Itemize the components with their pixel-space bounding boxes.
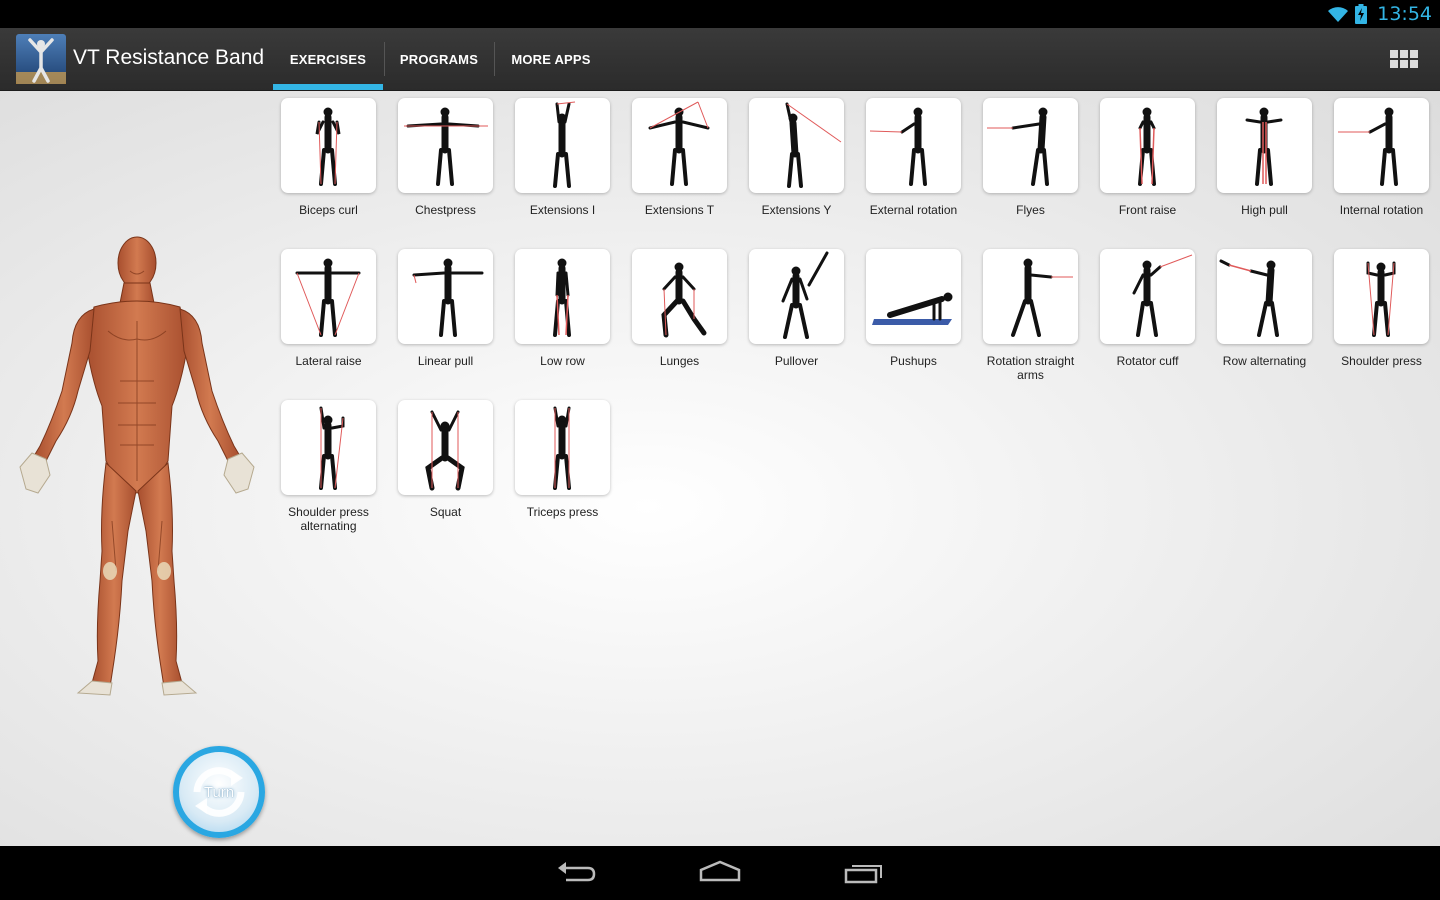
exercise-label: Pushups (890, 354, 937, 368)
action-bar: VT Resistance Band EXERCISES PROGRAMS MO… (0, 28, 1440, 91)
wifi-icon (1328, 7, 1349, 22)
exercise-thumbnail (1334, 249, 1429, 344)
exercise-tile-external-rotation[interactable]: External rotation (855, 98, 972, 217)
status-icons: 13:54 (1327, 0, 1432, 28)
exercise-tile-flyes[interactable]: Flyes (972, 98, 1089, 217)
content-area: Turn Biceps curl Chestpress Extensions I… (0, 91, 1440, 846)
exercise-label: Squat (429, 505, 462, 519)
exercise-tile-linear-pull[interactable]: Linear pull (387, 249, 504, 368)
exercise-label: Internal rotation (1339, 203, 1424, 217)
exercise-tile-shoulder-press-alternating[interactable]: Shoulder press alternating (270, 400, 387, 533)
exercise-thumbnail (1217, 249, 1312, 344)
exercise-thumbnail (983, 98, 1078, 193)
app-title: VT Resistance Band (73, 46, 265, 69)
exercise-tile-pullover[interactable]: Pullover (738, 249, 855, 368)
exercise-thumbnail (515, 98, 610, 193)
exercise-label: Front raise (1118, 203, 1177, 217)
exercise-tile-chestpress[interactable]: Chestpress (387, 98, 504, 217)
exercise-tile-pushups[interactable]: Pushups (855, 249, 972, 368)
tab-more-apps[interactable]: MORE APPS (495, 28, 607, 90)
grid-view-icon[interactable] (1390, 50, 1418, 68)
exercise-label: Lateral raise (295, 354, 362, 368)
exercise-label: Rotator cuff (1116, 354, 1179, 368)
exercise-label: Triceps press (526, 505, 599, 519)
exercise-thumbnail (1217, 98, 1312, 193)
muscle-body-figure[interactable] (12, 231, 264, 701)
exercise-tile-biceps-curl[interactable]: Biceps curl (270, 98, 387, 217)
turn-button[interactable]: Turn (173, 746, 265, 838)
exercise-label: Shoulder press alternating (288, 505, 369, 533)
exercise-tile-high-pull[interactable]: High pull (1206, 98, 1323, 217)
exercise-tile-triceps-press[interactable]: Triceps press (504, 400, 621, 519)
exercise-label: Shoulder press (1341, 354, 1422, 368)
exercise-tile-low-row[interactable]: Low row (504, 249, 621, 368)
exercise-thumbnail (749, 249, 844, 344)
exercise-tile-rotator-cuff[interactable]: Rotator cuff (1089, 249, 1206, 368)
exercise-tile-squat[interactable]: Squat (387, 400, 504, 519)
exercise-label: Pullover (774, 354, 819, 368)
turn-button-label: Turn (203, 783, 235, 801)
exercise-label: Chestpress (415, 203, 476, 217)
exercise-thumbnail (866, 98, 961, 193)
exercise-tile-lateral-raise[interactable]: Lateral raise (270, 249, 387, 368)
muscle-figure-logo-icon[interactable] (16, 34, 66, 84)
tab-exercises[interactable]: EXERCISES (273, 28, 383, 90)
exercise-tile-extensions-i[interactable]: Extensions I (504, 98, 621, 217)
exercise-tile-front-raise[interactable]: Front raise (1089, 98, 1206, 217)
exercise-thumbnail (632, 249, 727, 344)
exercise-thumbnail (983, 249, 1078, 344)
back-icon[interactable] (554, 858, 598, 888)
home-icon[interactable] (698, 858, 742, 888)
exercise-tile-extensions-y[interactable]: Extensions Y (738, 98, 855, 217)
exercise-tile-internal-rotation[interactable]: Internal rotation (1323, 98, 1440, 217)
exercise-tile-shoulder-press[interactable]: Shoulder press (1323, 249, 1440, 368)
exercise-label: Flyes (1016, 203, 1045, 217)
exercise-label: Row alternating (1222, 354, 1307, 368)
exercise-thumbnail (1100, 249, 1195, 344)
exercise-thumbnail (281, 98, 376, 193)
battery-charging-icon (1355, 4, 1368, 24)
navigation-bar (0, 846, 1440, 900)
exercise-label: Extensions I (529, 203, 596, 217)
status-bar: 13:54 (0, 0, 1440, 28)
selected-tab-indicator (273, 84, 383, 90)
exercise-label: Low row (540, 354, 585, 368)
exercise-label: Biceps curl (299, 203, 358, 217)
tab-exercises-label: EXERCISES (289, 51, 367, 67)
exercise-label: Linear pull (417, 354, 474, 368)
exercise-thumbnail (749, 98, 844, 193)
exercise-thumbnail (398, 400, 493, 495)
exercise-thumbnail (1100, 98, 1195, 193)
tab-programs[interactable]: PROGRAMS (385, 28, 493, 90)
exercise-thumbnail (281, 249, 376, 344)
exercise-thumbnail (398, 249, 493, 344)
exercise-thumbnail (398, 98, 493, 193)
tab-more-apps-label: MORE APPS (511, 51, 591, 67)
exercise-thumbnail (1334, 98, 1429, 193)
recent-apps-icon[interactable] (843, 858, 887, 888)
exercise-label: High pull (1241, 203, 1288, 217)
exercise-thumbnail (515, 400, 610, 495)
exercise-tile-extensions-t[interactable]: Extensions T (621, 98, 738, 217)
exercise-tile-row-alternating[interactable]: Row alternating (1206, 249, 1323, 368)
exercise-label: Rotation straight arms (986, 354, 1075, 382)
exercise-thumbnail (515, 249, 610, 344)
exercise-thumbnail (281, 400, 376, 495)
clock: 13:54 (1377, 3, 1432, 25)
exercise-label: Extensions T (644, 203, 715, 217)
exercise-label: Lunges (659, 354, 700, 368)
exercise-label: Extensions Y (761, 203, 832, 217)
exercise-tile-lunges[interactable]: Lunges (621, 249, 738, 368)
exercise-label: External rotation (869, 203, 958, 217)
exercise-thumbnail (866, 249, 961, 344)
exercise-tile-rotation-straight-arms[interactable]: Rotation straight arms (972, 249, 1089, 382)
exercise-thumbnail (632, 98, 727, 193)
tab-programs-label: PROGRAMS (399, 51, 479, 67)
